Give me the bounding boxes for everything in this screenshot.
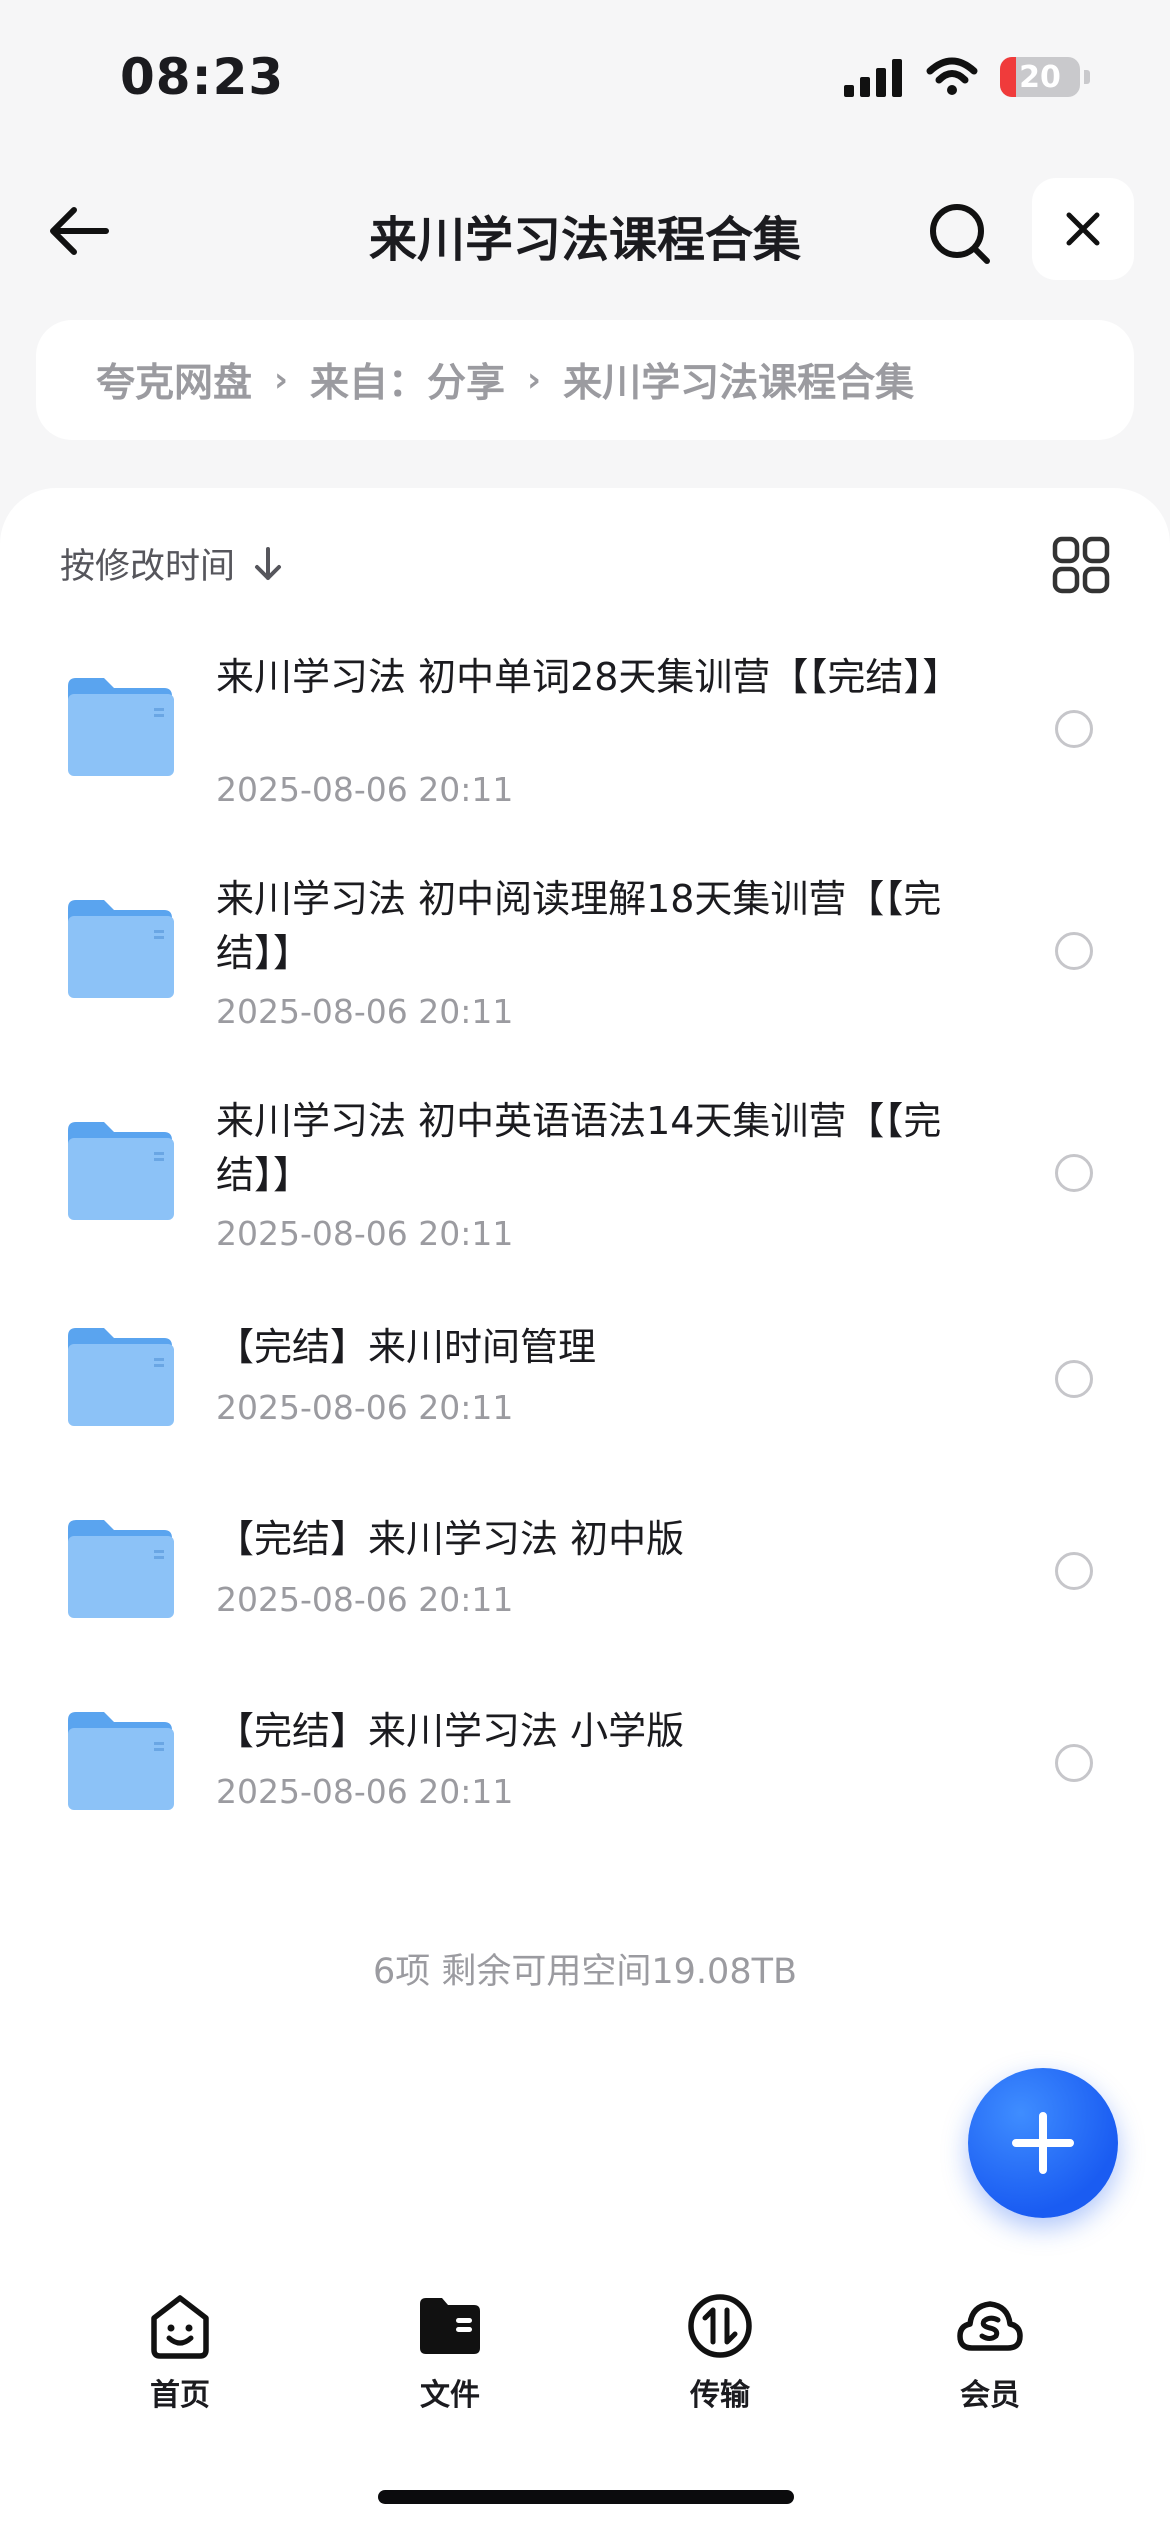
file-date: 2025-08-06 20:11 bbox=[216, 1388, 514, 1427]
transfer-icon bbox=[688, 2294, 752, 2358]
file-row[interactable]: 【完结】来川学习法 初中版 2025-08-06 20:11 bbox=[0, 1476, 1170, 1668]
file-list: 来川学习法 初中单词28天集训营【【完结】】 2025-08-06 20:11 … bbox=[0, 618, 1170, 1860]
status-time: 08:23 bbox=[120, 48, 285, 106]
nav-label-files: 文件 bbox=[420, 2378, 480, 2413]
file-row[interactable]: 【完结】来川时间管理 2025-08-06 20:11 bbox=[0, 1284, 1170, 1476]
select-radio[interactable] bbox=[1055, 1744, 1093, 1782]
file-list-card: 按修改时间 来川学习法 初中单词28天集训营【【完结】】 2025-08-06 … bbox=[0, 488, 1170, 2258]
folder-icon bbox=[68, 1328, 174, 1426]
breadcrumb-item-current: 来川学习法课程合集 bbox=[563, 361, 915, 406]
folder-icon bbox=[68, 900, 174, 998]
close-icon bbox=[1066, 212, 1100, 246]
nav-item-home[interactable]: 首页 bbox=[80, 2290, 280, 2414]
file-name: 来川学习法 初中单词28天集训营【【完结】】 bbox=[216, 655, 961, 699]
file-name: 【完结】来川学习法 小学版 bbox=[216, 1709, 685, 1753]
home-face-icon bbox=[151, 2295, 209, 2359]
file-row[interactable]: 来川学习法 初中阅读理解18天集训营【【完结】】 2025-08-06 20:1… bbox=[0, 840, 1170, 1062]
file-row[interactable]: 来川学习法 初中英语语法14天集训营【【完结】】 2025-08-06 20:1… bbox=[0, 1062, 1170, 1284]
file-date: 2025-08-06 20:11 bbox=[216, 1772, 514, 1811]
nav-item-files[interactable]: 文件 bbox=[350, 2290, 550, 2414]
select-radio[interactable] bbox=[1055, 932, 1093, 970]
nav-item-vip[interactable]: 会员 bbox=[890, 2290, 1090, 2414]
header: 来川学习法课程合集 bbox=[0, 170, 1170, 290]
file-date: 2025-08-06 20:11 bbox=[216, 1580, 514, 1619]
folder-filled-icon bbox=[420, 2298, 480, 2354]
file-date: 2025-08-06 20:11 bbox=[216, 770, 514, 809]
select-radio[interactable] bbox=[1055, 710, 1093, 748]
select-radio[interactable] bbox=[1055, 1154, 1093, 1192]
plus-icon bbox=[1012, 2112, 1074, 2174]
nav-item-transfer[interactable]: 传输 bbox=[620, 2290, 820, 2414]
file-name: 【完结】来川时间管理 bbox=[216, 1325, 597, 1369]
breadcrumb-item-root[interactable]: 夸克网盘 bbox=[96, 352, 252, 408]
sort-button[interactable]: 按修改时间 bbox=[60, 538, 283, 589]
status-bar: 08:23 20 bbox=[0, 0, 1170, 150]
sort-label: 按修改时间 bbox=[60, 547, 236, 587]
file-date: 2025-08-06 20:11 bbox=[216, 1214, 514, 1253]
folder-icon bbox=[68, 1520, 174, 1618]
search-button[interactable] bbox=[922, 196, 998, 272]
nav-label-transfer: 传输 bbox=[690, 2378, 750, 2413]
arrow-down-icon bbox=[255, 546, 282, 580]
file-row[interactable]: 【完结】来川学习法 小学版 2025-08-06 20:11 bbox=[0, 1668, 1170, 1860]
battery-icon: 20 bbox=[1000, 57, 1080, 97]
nav-label-home: 首页 bbox=[150, 2378, 210, 2413]
close-button[interactable] bbox=[1032, 178, 1134, 280]
folder-icon bbox=[68, 1712, 174, 1810]
wifi-icon bbox=[926, 57, 978, 95]
breadcrumb-separator: › bbox=[527, 360, 542, 400]
breadcrumb-separator: › bbox=[274, 360, 289, 400]
search-icon bbox=[930, 204, 990, 264]
cloud-vip-icon bbox=[957, 2301, 1023, 2351]
folder-icon bbox=[68, 678, 174, 776]
folder-icon bbox=[68, 1122, 174, 1220]
select-radio[interactable] bbox=[1055, 1552, 1093, 1590]
file-name: 【完结】来川学习法 初中版 bbox=[216, 1517, 685, 1561]
battery-level-text: 20 bbox=[1019, 59, 1061, 95]
battery-tip bbox=[1084, 70, 1090, 84]
status-icons: 20 bbox=[844, 52, 1090, 102]
home-indicator bbox=[378, 2490, 794, 2504]
cellular-signal-icon bbox=[844, 59, 902, 97]
file-name: 来川学习法 初中英语语法14天集训营【【完结】】 bbox=[216, 1099, 942, 1197]
breadcrumb: 夸克网盘 › 来自：分享 › 来川学习法课程合集 bbox=[36, 320, 1134, 440]
storage-summary: 6项 剩余可用空间19.08TB bbox=[373, 1952, 797, 1992]
grid-view-icon[interactable] bbox=[1052, 536, 1110, 594]
nav-label-vip: 会员 bbox=[960, 2378, 1020, 2413]
file-date: 2025-08-06 20:11 bbox=[216, 992, 514, 1031]
breadcrumb-item-share[interactable]: 来自：分享 bbox=[310, 352, 505, 408]
file-name: 来川学习法 初中阅读理解18天集训营【【完结】】 bbox=[216, 877, 942, 975]
file-row[interactable]: 来川学习法 初中单词28天集训营【【完结】】 2025-08-06 20:11 bbox=[0, 618, 1170, 840]
add-button[interactable] bbox=[968, 2068, 1118, 2218]
select-radio[interactable] bbox=[1055, 1360, 1093, 1398]
